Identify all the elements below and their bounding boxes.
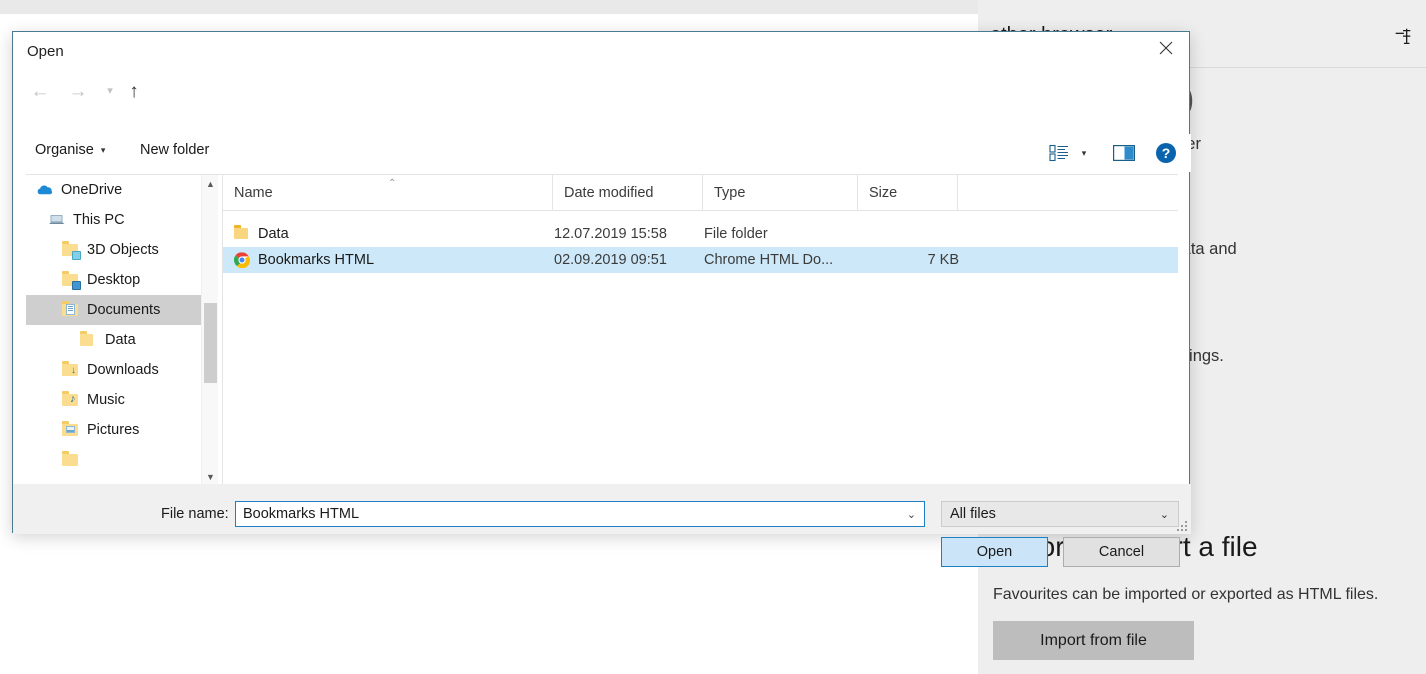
column-header-date-modified[interactable]: Date modified [553,175,703,211]
dialog-titlebar[interactable]: Open [13,32,1189,70]
sidebar-item-documents[interactable]: Documents [26,295,201,325]
sidebar-item-label: This PC [73,212,125,228]
folder-icon [62,451,80,469]
dialog-footer: File name: ⌄ All files ⌄ Open Cancel [13,484,1191,534]
sidebar-item-label: Downloads [87,362,159,378]
file-name-combobox[interactable]: ⌄ [235,501,925,527]
recent-locations-chevron-icon[interactable]: ▾ [101,78,119,104]
column-header-size[interactable]: Size [858,175,958,211]
file-name-text: Bookmarks HTML [258,252,374,268]
sidebar-item-partial[interactable] [26,445,201,475]
sidebar-item-label: OneDrive [61,182,122,198]
this-pc-icon [48,211,66,229]
sort-ascending-icon: ⌃ [388,178,396,189]
back-arrow-icon[interactable]: ← [27,78,53,104]
column-label: Name [234,185,273,201]
forward-arrow-icon[interactable]: → [65,78,91,104]
open-button[interactable]: Open [941,537,1048,567]
navigation-bar: ← → ▾ ↑ › This PC › Documents › ▾ [13,70,1191,110]
sidebar-item-3d-objects[interactable]: 3D Objects [26,235,201,265]
sidebar-item-label: Pictures [87,422,139,438]
file-name-text: Data [258,226,289,242]
command-bar: Organise ▾ New folder ▾ ? [13,134,1191,172]
import-from-file-button[interactable]: Import from file [993,621,1194,660]
sidebar-item-label: Documents [87,302,160,318]
file-type-cell: File folder [704,226,768,242]
cancel-button[interactable]: Cancel [1063,537,1180,567]
up-arrow-icon[interactable]: ↑ [121,78,147,104]
file-type-select[interactable]: All files ⌄ [941,501,1179,527]
column-header-name[interactable]: Name ⌃ [223,175,553,211]
chrome-icon [234,252,250,268]
chevron-up-icon[interactable]: ▲ [202,175,219,192]
view-list-icon[interactable] [1047,140,1071,166]
sidebar-item-label: Music [87,392,125,408]
chevron-down-icon[interactable]: ▼ [202,468,219,485]
chevron-down-icon: ▾ [101,145,106,156]
folder-documents-icon [62,301,80,319]
pin-icon[interactable] [1392,26,1414,48]
sidebar-item-pictures[interactable]: Pictures [26,415,201,445]
file-list: Name ⌃ Date modified Type Size Data 12.0… [223,175,1178,485]
sidebar-item-label: Desktop [87,272,140,288]
chevron-down-icon[interactable]: ▾ [1075,140,1093,166]
navigation-tree[interactable]: OneDrive This PC 3D Obj [26,175,201,485]
folder-3d-objects-icon [62,241,80,259]
sidebar-item-this-pc[interactable]: This PC [26,205,201,235]
background-top-strip [0,0,978,14]
sidebar-item-label: Data [105,332,136,348]
close-icon[interactable] [1143,32,1189,64]
resize-grip-icon[interactable] [1175,519,1189,533]
file-type-value: All files [950,506,996,522]
sidebar-item-onedrive[interactable]: OneDrive [26,175,201,205]
open-file-dialog: Open ← → ▾ ↑ › T [12,31,1190,533]
svg-text:?: ? [1162,145,1171,161]
file-date-cell: 02.09.2019 09:51 [554,252,667,268]
sidebar-item-label: 3D Objects [87,242,159,258]
background-section-subtext: Favourites can be imported or exported a… [993,586,1378,604]
folder-downloads-icon: ↓ [62,361,80,379]
sidebar-scrollbar[interactable]: ▲ ▼ [201,175,218,485]
file-name-cell: Bookmarks HTML [234,252,374,268]
folder-desktop-icon [62,271,80,289]
file-name-cell: Data [234,226,289,242]
file-size-cell: 7 KB [859,252,959,268]
preview-pane-icon[interactable] [1111,140,1137,166]
sidebar-item-data[interactable]: Data [26,325,201,355]
new-folder-button[interactable]: New folder [140,142,209,158]
folder-music-icon: ♪ [62,391,80,409]
column-header-type[interactable]: Type [703,175,858,211]
sidebar-item-music[interactable]: ♪ Music [26,385,201,415]
chevron-down-icon: ⌄ [1160,508,1169,521]
folder-pictures-icon [62,421,80,439]
file-type-cell: Chrome HTML Do... [704,252,833,268]
sidebar-item-downloads[interactable]: ↓ Downloads [26,355,201,385]
table-row[interactable]: Bookmarks HTML 02.09.2019 09:51 Chrome H… [223,247,1178,273]
table-row[interactable]: Data 12.07.2019 15:58 File folder [223,221,1178,247]
file-date-cell: 12.07.2019 15:58 [554,226,667,242]
organise-label: Organise [35,142,94,158]
dialog-title: Open [27,43,64,60]
organise-button[interactable]: Organise ▾ [35,142,105,158]
file-list-header: Name ⌃ Date modified Type Size [223,175,1178,211]
onedrive-cloud-icon [36,181,54,199]
folder-icon [234,226,250,242]
scrollbar-thumb[interactable] [204,303,217,383]
file-name-label: File name: [161,506,229,522]
chevron-down-icon[interactable]: ⌄ [907,508,916,521]
sidebar-item-desktop[interactable]: Desktop [26,265,201,295]
help-icon[interactable]: ? [1153,140,1179,166]
file-name-input[interactable] [243,506,883,522]
folder-icon [80,331,98,349]
dialog-content: OneDrive This PC 3D Obj [26,174,1178,484]
